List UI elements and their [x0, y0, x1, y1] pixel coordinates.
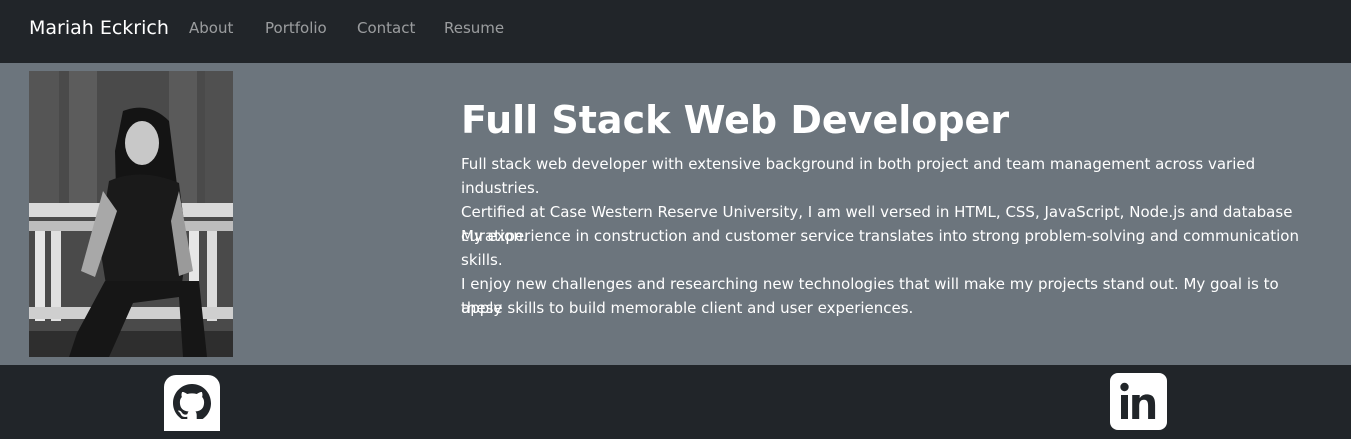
linkedin-link[interactable]: [1110, 373, 1167, 430]
brand-link[interactable]: Mariah Eckrich: [29, 15, 169, 41]
nav-link-contact[interactable]: Contact: [357, 17, 415, 39]
profile-photo: [29, 71, 233, 357]
hero-title: Full Stack Web Developer: [461, 98, 1010, 142]
github-icon: [164, 375, 220, 435]
nav-link-resume[interactable]: Resume: [444, 17, 504, 39]
nav-link-portfolio[interactable]: Portfolio: [265, 17, 327, 39]
hero-section: Full Stack Web Developer Full stack web …: [0, 63, 1351, 365]
github-link[interactable]: [164, 375, 220, 431]
nav-link-about[interactable]: About: [189, 17, 233, 39]
hero-paragraph-2-line-2: My experience in construction and custom…: [461, 227, 1299, 269]
hero-paragraph-1: Full stack web developer with extensive …: [461, 155, 1256, 197]
footer: [0, 365, 1351, 439]
hero-paragraph-3-line-2: these skills to build memorable client a…: [461, 299, 914, 317]
linkedin-icon: [1110, 373, 1167, 434]
navbar: Mariah Eckrich About Portfolio Contact R…: [0, 0, 1351, 63]
